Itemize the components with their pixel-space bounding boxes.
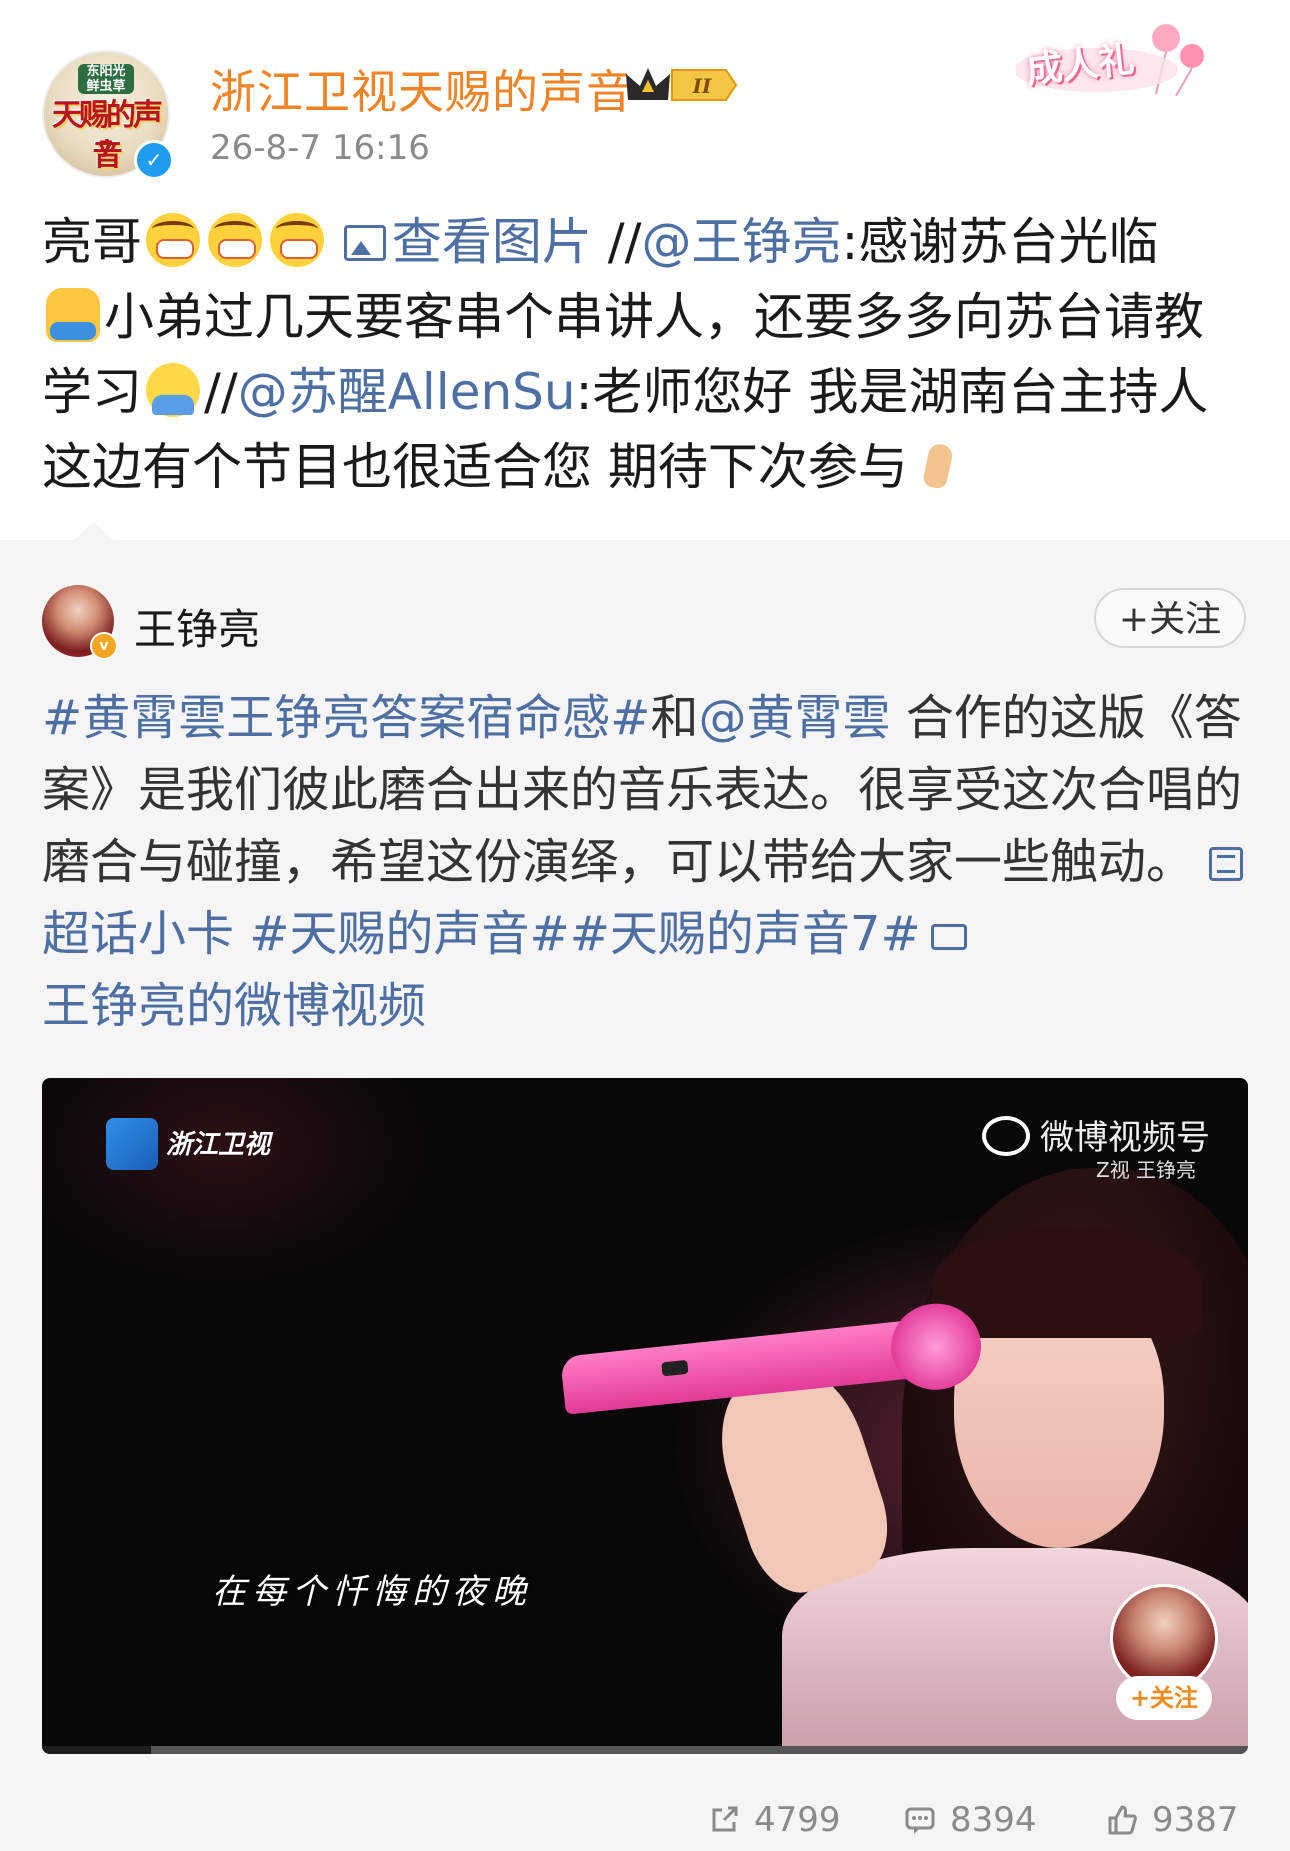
hashtag-link[interactable]: #天赐的声音##天赐的声音7# <box>234 906 920 962</box>
repost-count: 4799 <box>754 1800 841 1840</box>
repost-body: #黄霄雲王铮亮答案宿命感#和@黄霄雲 合作的这版《答案》是我们彼此磨合出来的音乐… <box>42 682 1252 1042</box>
post-text-2: :感谢苏台光临 <box>841 213 1159 271</box>
comment-icon <box>905 1807 935 1834</box>
verified-icon: v <box>90 632 118 660</box>
crown-icon[interactable]: II <box>622 62 740 108</box>
like-count: 9387 <box>1152 1800 1239 1840</box>
video-progress-fill <box>42 1746 151 1754</box>
weibo-logo-icon <box>982 1116 1030 1156</box>
post-text-1: 亮哥 <box>42 213 142 271</box>
coming-of-age-decor: 成人礼 <box>1016 22 1212 104</box>
picture-icon <box>343 225 386 261</box>
avatar-logo-top: 东阳光 鲜虫草 <box>78 64 134 94</box>
comment-action[interactable]: 8394 <box>904 1800 1037 1840</box>
video-progress-bar[interactable] <box>42 1746 1248 1754</box>
view-image-link[interactable]: 查看图片 <box>343 213 592 271</box>
crossed-fingers-emoji-icon <box>912 438 966 492</box>
avatar-logo-main: 天赐的声音 <box>52 98 163 173</box>
tv-logo: 浙江卫视 <box>106 1118 306 1170</box>
follow-button[interactable]: +关注 <box>1094 588 1246 648</box>
tv-logo-icon <box>106 1118 158 1170</box>
cry-emoji-icon <box>208 213 262 267</box>
repost-separator: // <box>591 213 642 271</box>
repost-card-notch <box>72 522 116 542</box>
verified-icon: ✓ <box>134 140 174 180</box>
video-link[interactable]: 王铮亮的微博视频 <box>42 978 426 1034</box>
mention-link[interactable]: @王铮亮 <box>642 213 842 271</box>
like-action[interactable]: 9387 <box>1106 1800 1239 1840</box>
author-name[interactable]: 浙江卫视天赐的声音 <box>210 56 633 122</box>
tv-logo-text: 浙江卫视 <box>166 1130 271 1160</box>
repost-action[interactable]: 4799 <box>708 1800 841 1840</box>
repost-icon <box>712 1806 738 1832</box>
weibo-video-label: 微博视频号 <box>1040 1118 1210 1158</box>
mention-link[interactable]: @黄霄雲 <box>698 690 890 746</box>
video-follow-button[interactable]: +关注 <box>1116 1676 1212 1720</box>
comment-count: 8394 <box>950 1800 1037 1840</box>
avatar-logo-number: 7 <box>98 138 114 163</box>
hashtag-link[interactable]: #黄霄雲王铮亮答案宿命感# <box>42 690 650 746</box>
worker-emoji-icon <box>46 288 100 342</box>
level-badge-text: II <box>692 74 712 98</box>
weibo-video-watermark: 微博视频号 Z视 王铮亮 <box>982 1110 1232 1190</box>
repost-text-1: 和 <box>650 690 699 746</box>
video-icon <box>930 924 967 950</box>
cry-emoji-icon <box>146 213 200 267</box>
repost-separator: // <box>204 363 238 421</box>
repost-author-name[interactable]: 王铮亮 <box>134 596 260 657</box>
pray-emoji-icon <box>146 363 200 417</box>
like-icon <box>1108 1805 1137 1835</box>
weibo-video-channel: Z视 王铮亮 <box>1096 1158 1197 1182</box>
post-body: 亮哥 查看图片 //@王铮亮:感谢苏台光临 小弟过几天要客串个串讲人，还要多多向… <box>42 205 1252 505</box>
cry-emoji-icon <box>270 213 324 267</box>
post-time: 26-8-7 16:16 <box>210 128 430 168</box>
mention-link[interactable]: @苏醒AllenSu <box>238 363 576 421</box>
topic-card-icon <box>1209 847 1244 881</box>
video-player[interactable]: 浙江卫视 微博视频号 Z视 王铮亮 在每个忏悔的夜晚 +关注 <box>42 1078 1248 1754</box>
lyric-subtitle: 在每个忏悔的夜晚 <box>212 1572 532 1612</box>
